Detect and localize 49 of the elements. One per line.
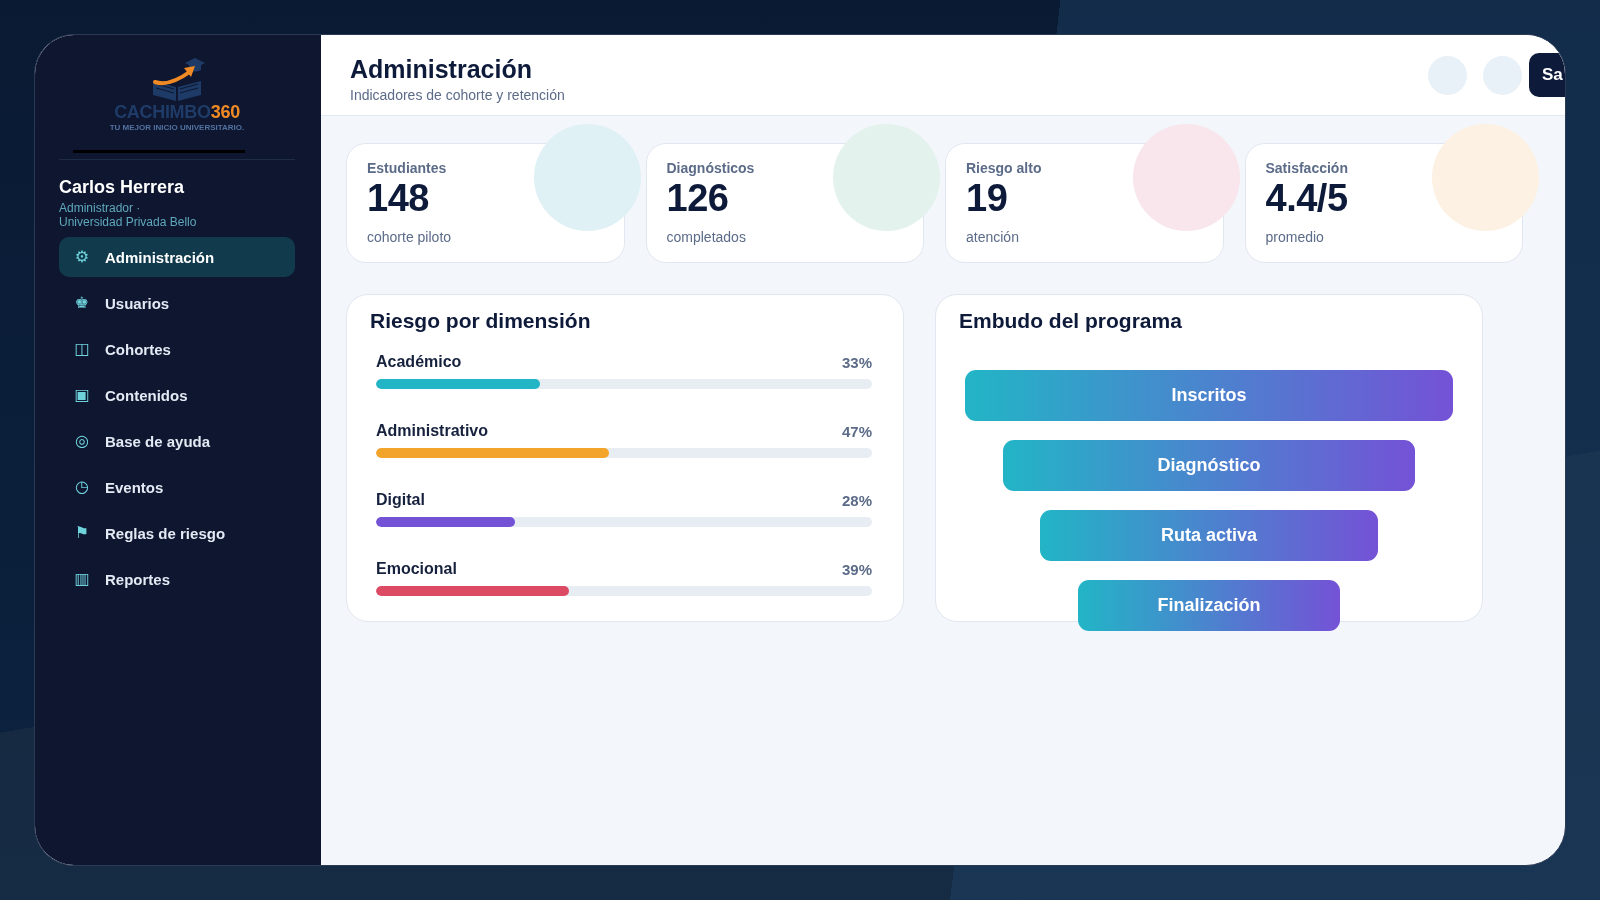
kpi-value: 148 xyxy=(367,177,430,219)
risk-percent: 39% xyxy=(841,560,872,578)
kpi-note: atención xyxy=(966,228,1020,246)
nav-item[interactable]: ▥ Reportes xyxy=(59,559,295,599)
logo-wordmark: CACHIMBO360 xyxy=(114,103,240,121)
risk-percent: 28% xyxy=(841,491,872,509)
risk-percent: 33% xyxy=(841,353,872,371)
nav-item[interactable]: ⚑ Reglas de riesgo xyxy=(59,513,295,553)
risk-percent: 47% xyxy=(841,422,872,440)
funnel-stage: Finalización xyxy=(1077,580,1341,631)
kpi-label: Diagnósticos xyxy=(666,159,756,177)
kpi-value: 4.4/5 xyxy=(1265,177,1349,219)
panel-title: Riesgo por dimensión xyxy=(370,308,592,334)
logo-tagline: TU MEJOR INICIO UNIVERSITARIO. xyxy=(109,123,245,132)
nav-item[interactable]: ♚ Usuarios xyxy=(59,283,295,323)
chess-king-icon: ♚ xyxy=(73,294,91,312)
risk-label: Académico xyxy=(376,353,462,371)
panel-title: Embudo del programa xyxy=(959,308,1183,334)
target-icon: ◎ xyxy=(73,432,91,450)
page-title: Administración xyxy=(350,55,533,83)
nav-item[interactable]: ⚙ Administración xyxy=(59,237,295,277)
nav-item[interactable]: ◫ Cohortes xyxy=(59,329,295,369)
page-subtitle: Indicadores de cohorte y retención xyxy=(350,87,565,103)
funnel-stage: Inscritos xyxy=(965,370,1453,421)
clock-icon: ◷ xyxy=(73,478,91,496)
risk-label: Emocional xyxy=(376,560,457,578)
risk-label: Digital xyxy=(376,491,425,509)
header-button[interactable]: Sa xyxy=(1529,53,1565,97)
split-square-icon: ◫ xyxy=(73,340,91,358)
nav-item[interactable]: ◷ Eventos xyxy=(59,467,295,507)
filled-square-icon: ▣ xyxy=(73,386,91,404)
kpi-label: Riesgo alto xyxy=(966,159,1043,177)
funnel-stage: Diagnóstico xyxy=(1002,440,1416,491)
user-name: Carlos Herrera xyxy=(59,176,186,198)
funnel-stage: Ruta activa xyxy=(1040,510,1378,561)
nav-item[interactable]: ▣ Contenidos xyxy=(59,375,295,415)
gear-icon: ⚙ xyxy=(73,248,91,266)
user-role: Administrador · Universidad Privada Bello xyxy=(59,201,198,229)
kpi-note: completados xyxy=(666,228,747,246)
kpi-note: cohorte piloto xyxy=(367,228,453,246)
kpi-note: promedio xyxy=(1265,228,1325,246)
kpi-label: Estudiantes xyxy=(367,159,448,177)
striped-square-icon: ▥ xyxy=(73,570,91,588)
nav-item[interactable]: ◎ Base de ayuda xyxy=(59,421,295,461)
kpi-label: Satisfacción xyxy=(1265,159,1349,177)
kpi-value: 19 xyxy=(966,177,1009,219)
kpi-value: 126 xyxy=(666,177,730,219)
risk-label: Administrativo xyxy=(376,422,488,440)
flag-icon: ⚑ xyxy=(73,524,91,542)
